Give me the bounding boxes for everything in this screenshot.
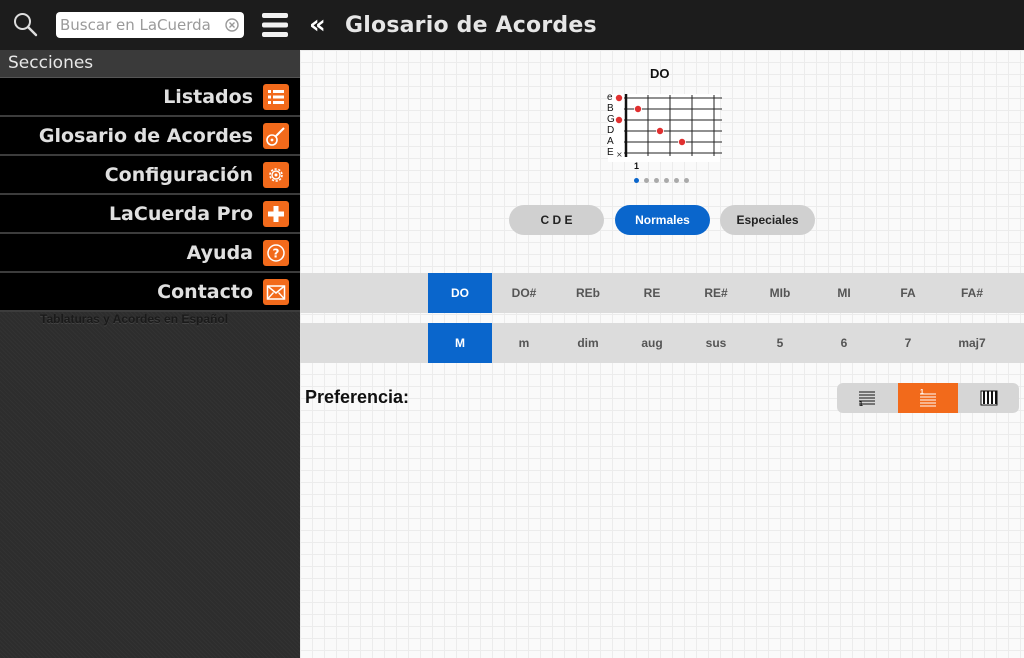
mail-icon [263, 279, 289, 305]
string-label: E [607, 147, 614, 158]
guitar-icon [263, 123, 289, 149]
sidebar: Secciones Listados Glosario de Acordes C… [0, 50, 300, 658]
pager-dot[interactable] [684, 178, 689, 183]
note-fa-sharp[interactable]: FA# [940, 273, 1004, 313]
finger-dot [656, 127, 665, 136]
tab-especiales[interactable]: Especiales [720, 205, 815, 235]
sidebar-item-label: Ayuda [186, 242, 253, 264]
svg-text:?: ? [273, 247, 280, 261]
svg-text:1: 1 [859, 401, 863, 407]
quality-selector: M m dim aug sus 5 6 7 maj7 [300, 323, 1024, 363]
note-do-sharp[interactable]: DO# [492, 273, 556, 313]
main-content: DO e B G D A E × 1 C D E Normales Especi… [300, 50, 1024, 658]
back-icon[interactable]: « [309, 12, 326, 38]
search-box[interactable] [56, 12, 244, 38]
quality-sus[interactable]: sus [684, 323, 748, 363]
string-label: e [607, 92, 613, 103]
sidebar-item-contacto[interactable]: Contacto [0, 273, 300, 312]
pref-piano-option[interactable] [959, 383, 1019, 413]
tab-icon: 1 [859, 391, 875, 407]
pager-dot[interactable] [674, 178, 679, 183]
pref-numbered-option[interactable]: 1 [898, 383, 958, 413]
note-mi-flat[interactable]: MIb [748, 273, 812, 313]
finger-dot [614, 115, 623, 124]
quality-maj7[interactable]: maj7 [940, 323, 1004, 363]
finger-dot [614, 94, 623, 102]
gear-icon [263, 162, 289, 188]
sidebar-title: Secciones [8, 53, 94, 73]
quality-aug[interactable]: aug [620, 323, 684, 363]
tab-normales[interactable]: Normales [615, 205, 710, 235]
plus-icon [263, 201, 289, 227]
quality-6[interactable]: 6 [812, 323, 876, 363]
svg-text:1: 1 [920, 389, 924, 396]
tab-cde[interactable]: C D E [509, 205, 604, 235]
quality-major[interactable]: M [428, 323, 492, 363]
sidebar-item-label: Contacto [157, 281, 253, 303]
note-selector: DO DO# REb RE RE# MIb MI FA FA# SOL [300, 273, 1024, 313]
finger-dot [678, 138, 687, 147]
piano-icon [980, 390, 998, 406]
list-icon [263, 84, 289, 110]
pref-tab-option[interactable]: 1 [837, 383, 897, 413]
sidebar-item-listados[interactable]: Listados [0, 78, 300, 117]
sidebar-item-configuracion[interactable]: Configuración [0, 156, 300, 195]
sidebar-item-label: Configuración [104, 164, 253, 186]
string-label: G [607, 114, 615, 125]
pager-dot[interactable] [654, 178, 659, 183]
menu-icon[interactable] [262, 11, 288, 39]
string-label: D [607, 125, 614, 136]
note-re[interactable]: RE [620, 273, 684, 313]
top-bar: « Glosario de Acordes [0, 0, 1024, 50]
chord-name: DO [650, 66, 670, 81]
clear-icon[interactable] [225, 18, 239, 32]
note-re-sharp[interactable]: RE# [684, 273, 748, 313]
tab-numbered-icon: 1 [920, 389, 936, 407]
sidebar-item-lacuerda-pro[interactable]: LaCuerda Pro [0, 195, 300, 234]
fret-number: 1 [634, 161, 639, 171]
preference-label: Preferencia: [305, 387, 410, 407]
string-label: A [607, 136, 614, 147]
pager-dot[interactable] [644, 178, 649, 183]
preference-toggle: 1 1 [837, 383, 1019, 413]
sidebar-tagline: Tablaturas y Acordes en Español [40, 312, 229, 326]
chord-diagram[interactable]: e B G D A E × 1 [600, 90, 730, 180]
quality-7[interactable]: 7 [876, 323, 940, 363]
note-sol[interactable]: SOL [1004, 273, 1024, 313]
note-re-flat[interactable]: REb [556, 273, 620, 313]
note-do[interactable]: DO [428, 273, 492, 313]
quality-minor[interactable]: m [492, 323, 556, 363]
help-icon: ? [263, 240, 289, 266]
string-label: B [607, 103, 614, 114]
finger-dot [634, 104, 643, 113]
search-icon[interactable] [12, 11, 38, 37]
page-title: Glosario de Acordes [345, 13, 597, 38]
sidebar-header: Secciones [0, 50, 300, 78]
search-input[interactable] [60, 15, 218, 35]
quality-5[interactable]: 5 [748, 323, 812, 363]
quality-dim[interactable]: dim [556, 323, 620, 363]
sidebar-item-label: Listados [163, 86, 253, 108]
sidebar-item-ayuda[interactable]: Ayuda ? [0, 234, 300, 273]
muted-marker: × [616, 150, 623, 159]
note-mi[interactable]: MI [812, 273, 876, 313]
note-fa[interactable]: FA [876, 273, 940, 313]
pager-dot[interactable] [664, 178, 669, 183]
pager-dot[interactable] [634, 178, 639, 183]
sidebar-item-label: Glosario de Acordes [38, 125, 253, 147]
sidebar-item-glosario[interactable]: Glosario de Acordes [0, 117, 300, 156]
sidebar-item-label: LaCuerda Pro [108, 203, 253, 225]
